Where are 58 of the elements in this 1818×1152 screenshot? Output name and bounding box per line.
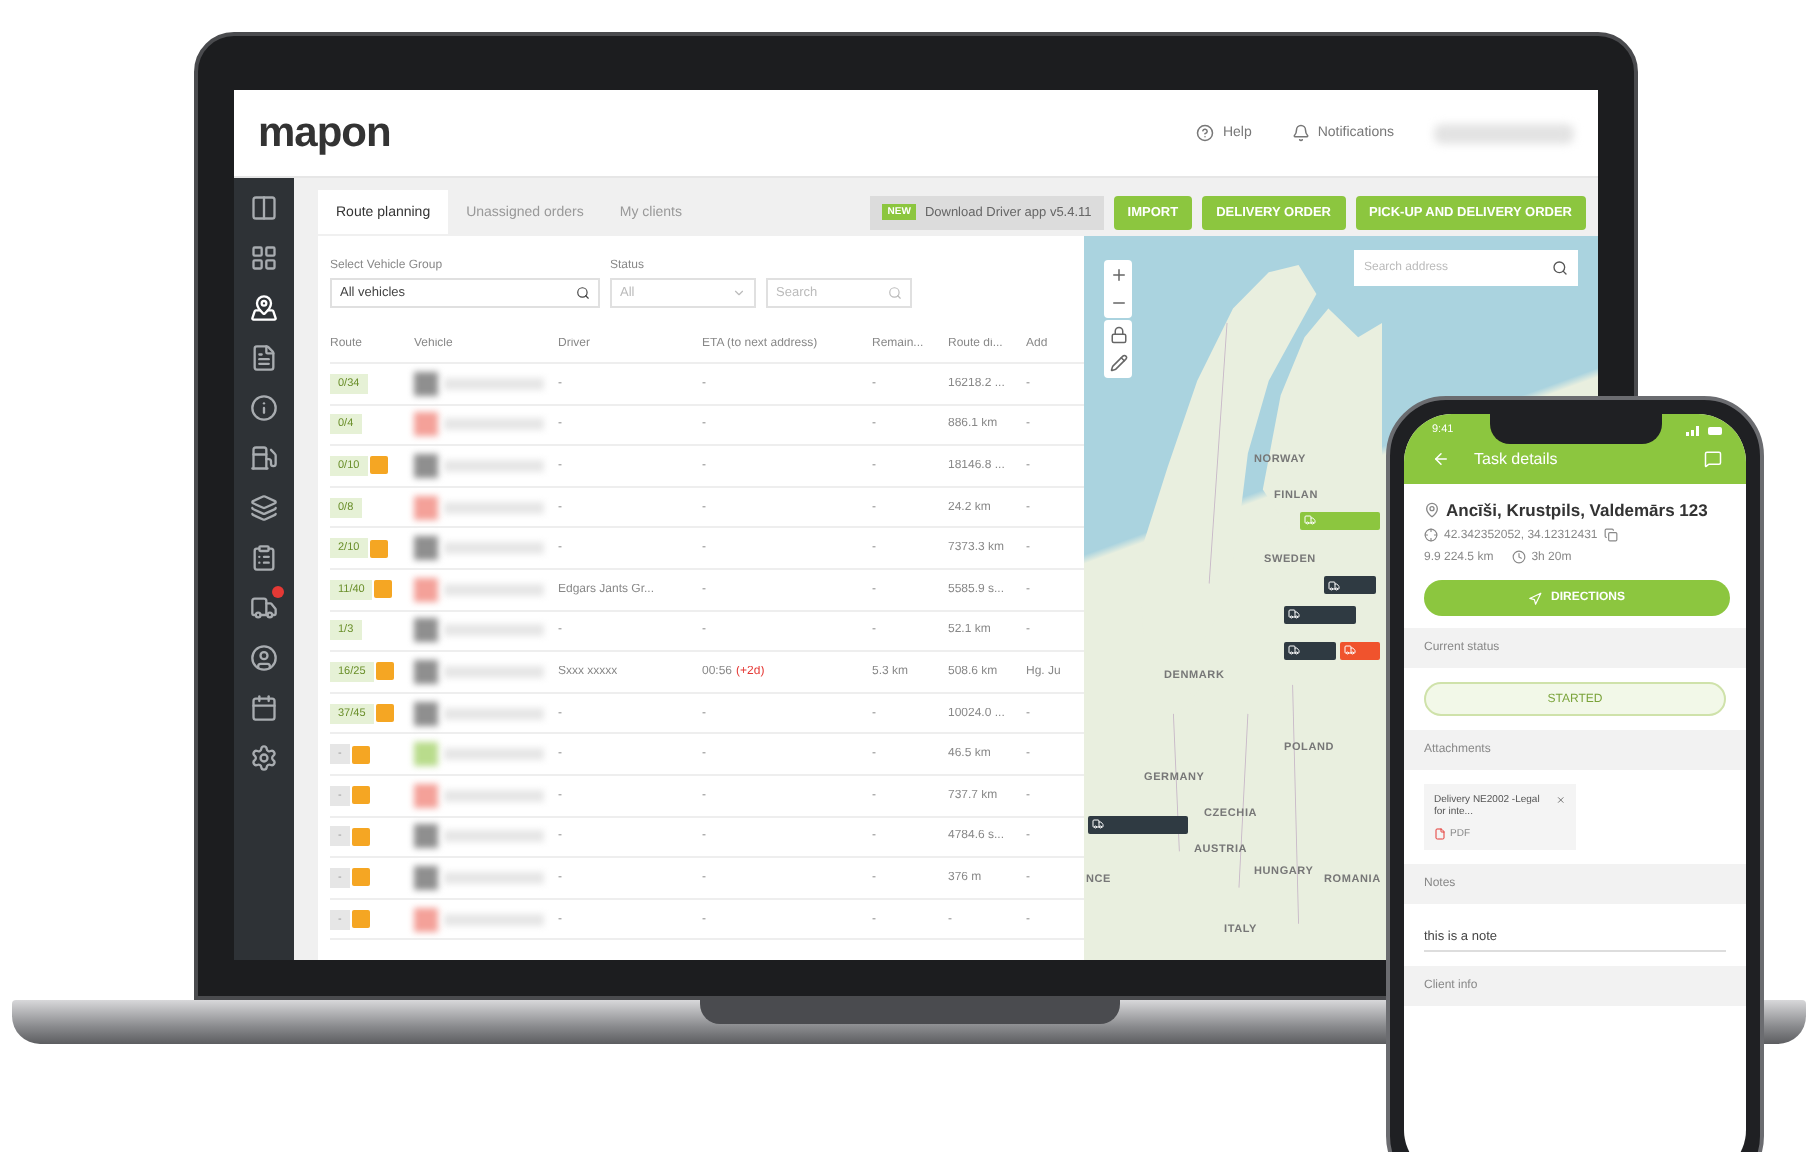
truck-icon [1092,818,1104,831]
file-icon [1434,828,1446,840]
redacted-text [444,665,544,678]
redacted-text [444,830,544,843]
truck-icon [1288,608,1300,621]
address: Ancīši, Krustpils, Valdemārs 123 [1446,500,1708,520]
redacted-text [444,418,544,431]
truck-icon [1328,579,1340,592]
chevron-icon [732,286,746,300]
logo: mapon [258,109,393,157]
sidebar-item[interactable] [250,644,278,672]
sidebar-item[interactable] [250,744,278,772]
sidebar-item[interactable] [250,344,278,372]
search-icon [576,286,590,300]
sidebar-item[interactable] [250,194,278,222]
sidebar-item[interactable] [250,494,278,522]
bell-icon [1291,124,1310,142]
sidebar-item[interactable] [250,294,278,322]
redacted-user [1434,123,1574,143]
redacted-text [444,501,544,514]
plus-icon [1109,266,1127,284]
navigation-icon [1528,591,1543,605]
lock-icon [1109,326,1127,344]
redacted-text [444,789,544,802]
search-icon [888,286,902,300]
redacted-text [444,377,544,390]
sidebar-item[interactable] [250,544,278,572]
redacted-text [444,624,544,637]
crosshair-icon [1424,528,1438,542]
redacted-text [444,748,544,761]
sidebar-item[interactable] [250,694,278,722]
redacted-text [444,871,544,884]
sidebar-item[interactable] [250,394,278,422]
copy-icon[interactable] [1603,528,1618,542]
truck-icon [1288,644,1300,657]
vehicle-marker[interactable] [1284,641,1336,660]
truck-icon [1304,514,1316,527]
pencil-icon [1109,354,1127,372]
search-icon [1552,260,1568,276]
redacted-text [444,913,544,926]
vehicle-marker[interactable] [1324,576,1376,595]
redacted-text [444,707,544,720]
redacted-text [444,583,544,596]
help-icon [1196,124,1215,142]
redacted-text [444,459,544,472]
vehicle-marker[interactable] [1284,605,1356,624]
close-icon [1556,794,1566,806]
truck-icon [1344,644,1356,657]
sidebar-item[interactable] [250,444,278,472]
pencil-button[interactable] [1109,354,1127,372]
screen-title: Task details [1474,450,1560,468]
zoom-in-button[interactable] [1109,266,1127,284]
sidebar-item[interactable] [250,244,278,272]
clock-icon [1511,550,1526,564]
pin-icon [1424,502,1440,518]
signal-battery-icon [1686,425,1722,435]
redacted-text [444,542,544,555]
lock-button[interactable] [1109,326,1127,344]
